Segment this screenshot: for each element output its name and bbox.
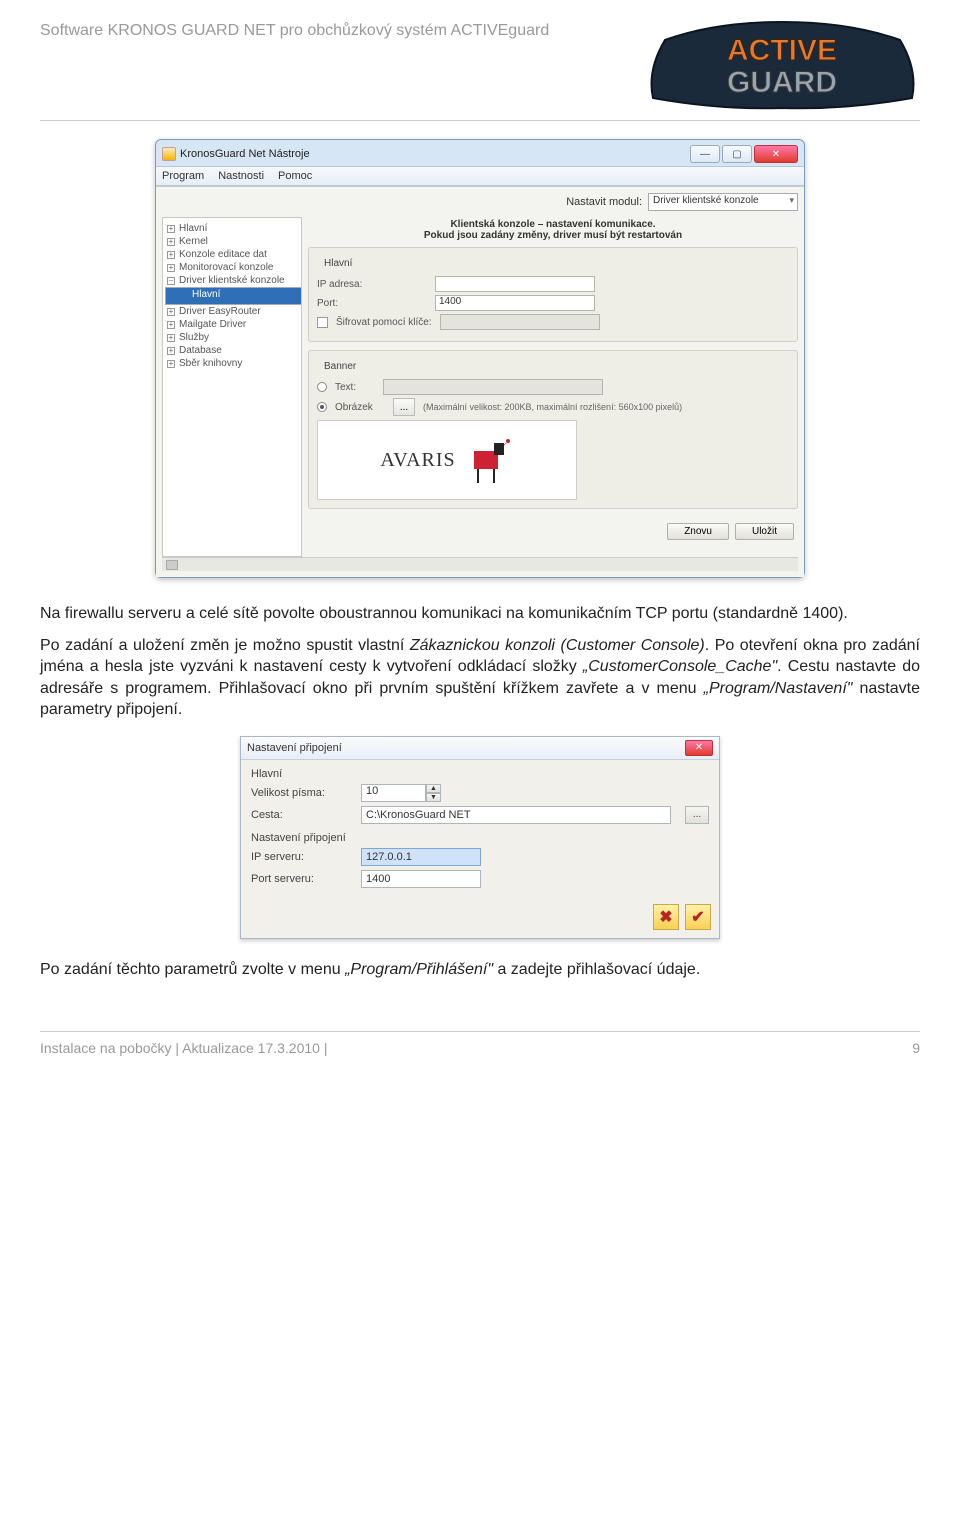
cancel-button[interactable]: ✖ xyxy=(653,904,679,930)
footer-left: Instalace na pobočky | Aktualizace 17.3.… xyxy=(40,1040,327,1056)
paragraph-2: Po zadání a uložení změn je možno spusti… xyxy=(40,635,920,721)
tree-hlavni[interactable]: +Hlavní xyxy=(165,222,299,235)
tree-konzole-editace[interactable]: +Konzole editace dat xyxy=(165,248,299,261)
window-title: KronosGuard Net Nástroje xyxy=(180,148,310,160)
paragraph-3: Po zadání těchto parametrů zvolte v menu… xyxy=(40,959,920,981)
tree-hlavni-selected[interactable]: Hlavní xyxy=(165,287,302,305)
maximize-button[interactable]: ▢ xyxy=(722,145,752,163)
path-input[interactable]: C:\KronosGuard NET xyxy=(361,806,671,824)
group-banner: Banner xyxy=(321,361,359,372)
group-hlavni-2: Hlavní xyxy=(251,768,709,780)
app-icon xyxy=(162,147,176,161)
server-ip-label: IP serveru: xyxy=(251,851,351,863)
tree-sluzby[interactable]: +Služby xyxy=(165,331,299,344)
paragraph-1: Na firewallu serveru a celé sítě povolte… xyxy=(40,603,920,625)
group-connection: Nastavení připojení xyxy=(251,832,709,844)
scrollbar-bottom[interactable] xyxy=(162,557,798,571)
ip-label: IP adresa: xyxy=(317,279,427,290)
browse-image-button[interactable]: ... xyxy=(393,398,415,416)
image-hint: (Maximální velikost: 200KB, maximální ro… xyxy=(423,402,682,412)
tree-kernel[interactable]: +Kernel xyxy=(165,235,299,248)
encrypt-key-input[interactable] xyxy=(440,314,600,330)
svg-text:ACTIVE: ACTIVE xyxy=(727,34,837,67)
tree-mailgate[interactable]: +Mailgate Driver xyxy=(165,318,299,331)
radio-image[interactable] xyxy=(317,402,327,412)
menu-program[interactable]: Program xyxy=(162,170,204,182)
group-hlavni: Hlavní xyxy=(321,258,355,269)
minimize-button[interactable]: — xyxy=(690,145,720,163)
server-port-label: Port serveru: xyxy=(251,873,351,885)
close-button[interactable]: ✕ xyxy=(754,145,798,163)
tree-easyrouter[interactable]: +Driver EasyRouter xyxy=(165,305,299,318)
banner-text-input[interactable] xyxy=(383,379,603,395)
screenshot-tools-window: KronosGuard Net Nástroje — ▢ ✕ Program N… xyxy=(155,139,805,578)
radio-text[interactable] xyxy=(317,382,327,392)
banner-preview: AVARIS xyxy=(317,420,577,500)
port-input[interactable]: 1400 xyxy=(435,295,595,311)
tree-monitorovaci[interactable]: +Monitorovací konzole xyxy=(165,261,299,274)
modul-label: Nastavit modul: xyxy=(566,196,642,208)
encrypt-label: Šifrovat pomocí klíče: xyxy=(336,317,432,328)
port-label: Port: xyxy=(317,298,427,309)
doc-header: Software KRONOS GUARD NET pro obchůzkový… xyxy=(40,20,549,40)
activeguard-logo: ACTIVE GUARD xyxy=(645,20,920,110)
path-browse-button[interactable]: ... xyxy=(685,806,709,824)
server-port-input[interactable]: 1400 xyxy=(361,870,481,888)
svg-text:GUARD: GUARD xyxy=(727,66,837,99)
ulozit-button[interactable]: Uložit xyxy=(735,523,794,540)
banner-dog-icon xyxy=(464,433,514,488)
header-separator xyxy=(40,120,920,121)
banner-brand-text: AVARIS xyxy=(380,449,455,472)
server-ip-input[interactable]: 127.0.0.1 xyxy=(361,848,481,866)
ip-input[interactable] xyxy=(435,276,595,292)
radio-image-label: Obrázek xyxy=(335,402,385,413)
path-label: Cesta: xyxy=(251,809,351,821)
dialog-title: Nastavení připojení xyxy=(247,742,342,754)
tree-sber[interactable]: +Sběr knihovny xyxy=(165,357,299,370)
menu-pomoc[interactable]: Pomoc xyxy=(278,170,312,182)
menu-nastnosti[interactable]: Nastnosti xyxy=(218,170,264,182)
dialog-close-button[interactable]: ✕ xyxy=(685,740,713,756)
encrypt-checkbox[interactable] xyxy=(317,317,328,328)
screenshot-settings-dialog: Nastavení připojení ✕ Hlavní Velikost pí… xyxy=(240,736,720,939)
font-size-label: Velikost písma: xyxy=(251,787,351,799)
tree-driver-klient[interactable]: –Driver klientské konzole xyxy=(165,274,299,287)
modul-select[interactable]: Driver klientské konzole xyxy=(648,193,798,211)
ok-button[interactable]: ✔ xyxy=(685,904,711,930)
tree-database[interactable]: +Database xyxy=(165,344,299,357)
footer-page-number: 9 xyxy=(912,1040,920,1056)
znovu-button[interactable]: Znovu xyxy=(667,523,729,540)
radio-text-label: Text: xyxy=(335,382,375,393)
font-size-spinner[interactable]: 10 ▲▼ xyxy=(361,784,441,802)
panel-heading: Klientská konzole – nastavení komunikace… xyxy=(308,217,798,247)
nav-tree[interactable]: +Hlavní +Kernel +Konzole editace dat +Mo… xyxy=(162,217,302,557)
